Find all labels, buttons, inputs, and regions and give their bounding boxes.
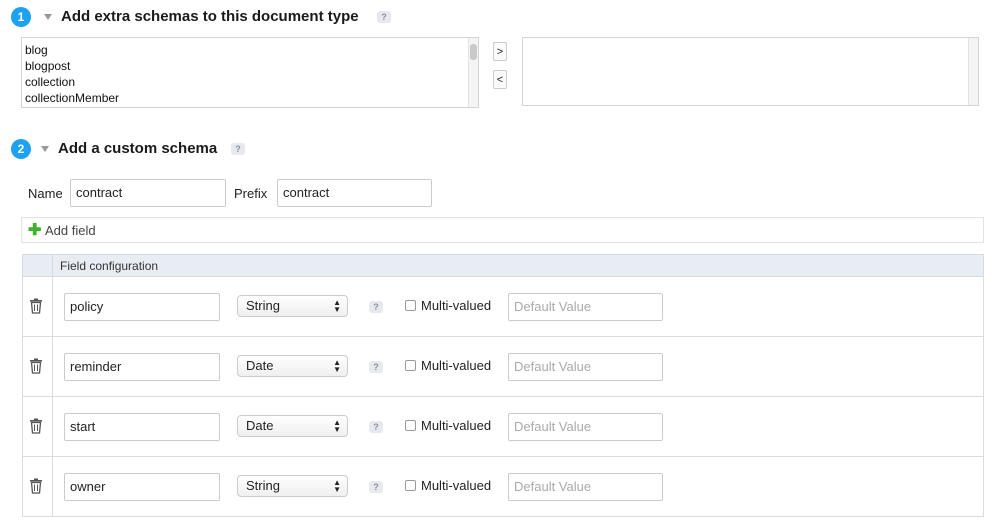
step-1-badge: 1 xyxy=(11,7,31,27)
field-type-value: String xyxy=(246,478,280,493)
updown-arrow-icon: ▲ ▼ xyxy=(333,418,341,434)
table-row: reminder Date ▲ ▼ ? Multi-valued Default V… xyxy=(22,337,984,397)
available-schemas-list[interactable]: blog blogpost collection collectionMembe… xyxy=(21,37,479,108)
default-value-input[interactable]: Default Value xyxy=(508,413,663,441)
trash-icon[interactable] xyxy=(29,358,43,374)
field-type-value: String xyxy=(246,298,280,313)
field-type-select[interactable]: String ▲ ▼ xyxy=(237,295,348,317)
help-icon[interactable]: ? xyxy=(369,361,383,373)
schema-name-input[interactable]: contract xyxy=(70,179,226,207)
default-value-input[interactable]: Default Value xyxy=(508,293,663,321)
name-label: Name xyxy=(28,186,63,201)
field-type-value: Date xyxy=(246,358,274,373)
default-value-input[interactable]: Default Value xyxy=(508,353,663,381)
collapse-caret-icon[interactable] xyxy=(41,146,49,152)
field-type-select[interactable]: Date ▲ ▼ xyxy=(237,355,348,377)
scrollbar[interactable] xyxy=(968,38,978,105)
collapse-caret-icon[interactable] xyxy=(44,14,52,20)
move-right-button[interactable]: > xyxy=(493,42,507,61)
field-type-value: Date xyxy=(246,418,274,433)
updown-arrow-icon: ▲ ▼ xyxy=(333,478,341,494)
multi-valued-checkbox[interactable] xyxy=(405,420,416,431)
multi-valued-checkbox[interactable] xyxy=(405,300,416,311)
field-type-select[interactable]: Date ▲ ▼ xyxy=(237,415,348,437)
help-icon[interactable]: ? xyxy=(369,421,383,433)
table-row: owner String ▲ ▼ ? Multi-valued Default Va… xyxy=(22,457,984,517)
help-icon[interactable]: ? xyxy=(369,481,383,493)
field-config-header: Field configuration xyxy=(22,254,984,277)
scrollbar[interactable] xyxy=(468,38,478,107)
list-item[interactable]: collectionMember xyxy=(22,90,478,106)
prefix-label: Prefix xyxy=(234,186,268,201)
updown-arrow-icon: ▲ ▼ xyxy=(333,298,341,314)
table-row: start Date ▲ ▼ ? Multi-valued Default Valu… xyxy=(22,397,984,457)
default-value-input[interactable]: Default Value xyxy=(508,473,663,501)
multi-valued-checkbox[interactable] xyxy=(405,480,416,491)
move-left-button[interactable]: < xyxy=(493,70,507,89)
field-name-input[interactable]: owner xyxy=(64,473,220,501)
multi-valued-label: Multi-valued xyxy=(421,298,492,313)
multi-valued-label: Multi-valued xyxy=(421,358,492,373)
field-config-header-label: Field configuration xyxy=(60,259,159,273)
multi-valued-label: Multi-valued xyxy=(421,418,492,433)
multi-valued-label: Multi-valued xyxy=(421,478,492,493)
help-icon[interactable]: ? xyxy=(369,301,383,313)
field-type-select[interactable]: String ▲ ▼ xyxy=(237,475,348,497)
field-name-input[interactable]: start xyxy=(64,413,220,441)
trash-icon[interactable] xyxy=(29,298,43,314)
plus-icon[interactable]: ✚ xyxy=(28,220,41,240)
list-item[interactable]: blog xyxy=(22,42,478,58)
scrollbar-thumb[interactable] xyxy=(470,44,477,60)
field-name-input[interactable]: policy xyxy=(64,293,220,321)
trash-icon[interactable] xyxy=(29,418,43,434)
step-2-badge: 2 xyxy=(11,139,31,159)
add-field-bar[interactable]: ✚ Add field xyxy=(21,217,984,243)
list-item[interactable]: blogpost xyxy=(22,58,478,74)
add-field-button[interactable]: Add field xyxy=(45,223,96,238)
selected-schemas-list[interactable] xyxy=(522,37,979,106)
field-name-input[interactable]: reminder xyxy=(64,353,220,381)
help-icon[interactable]: ? xyxy=(231,143,245,155)
schema-prefix-input[interactable]: contract xyxy=(277,179,432,207)
trash-icon[interactable] xyxy=(29,478,43,494)
list-item[interactable]: collection xyxy=(22,74,478,90)
section-2-title: Add a custom schema xyxy=(58,140,218,157)
section-1-title: Add extra schemas to this document type xyxy=(61,8,359,25)
table-row: policy String ▲ ▼ ? Multi-valued Default V… xyxy=(22,277,984,337)
multi-valued-checkbox[interactable] xyxy=(405,360,416,371)
updown-arrow-icon: ▲ ▼ xyxy=(333,358,341,374)
help-icon[interactable]: ? xyxy=(377,11,391,23)
